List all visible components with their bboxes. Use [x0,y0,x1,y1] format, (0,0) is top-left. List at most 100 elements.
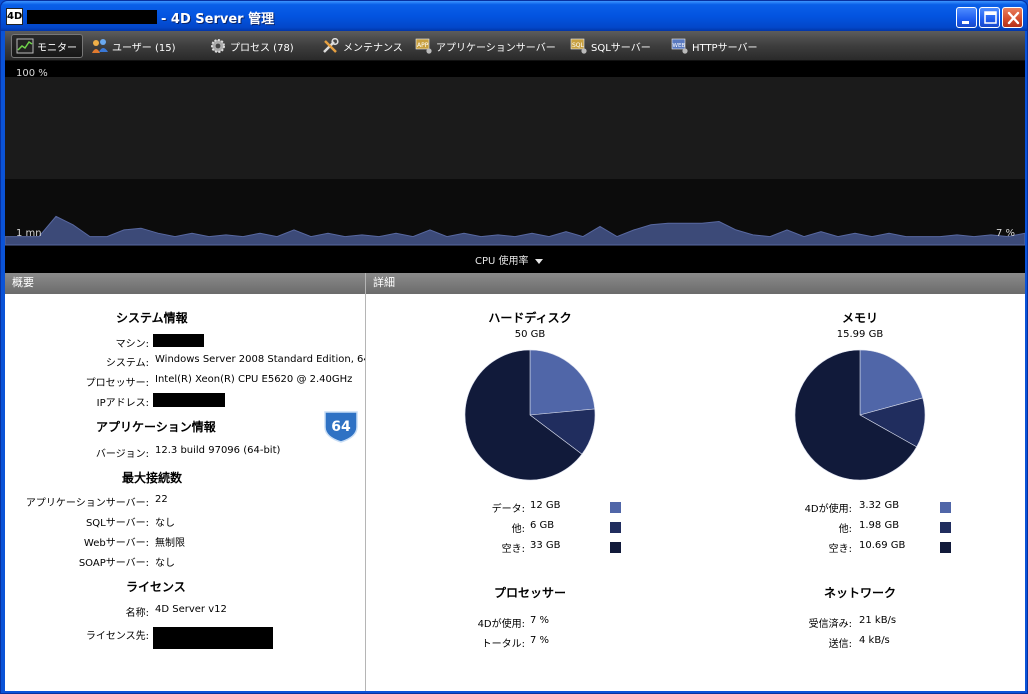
app-4d-icon[interactable]: 4D [6,8,23,25]
sql-server-icon: SQL [570,38,587,54]
version-value: 12.3 build 97096 (64-bit) [155,445,281,456]
redacted-database-name [27,10,157,24]
close-button[interactable] [1002,7,1023,28]
redacted-ip-address [153,393,225,407]
tab-maintenance[interactable]: メンテナンス [318,34,408,58]
disk-other-label: 他: [511,524,525,535]
network-title: ネットワーク [823,586,896,600]
graph-current-value: 7 % [996,228,1016,239]
disk-free-label: 空き: [501,544,525,555]
max-connections-title: 最大接続数 [122,471,183,485]
app-server-icon: APP [415,38,432,54]
svg-text:APP: APP [417,42,429,49]
memory-other-value: 1.98 GB [859,520,900,531]
tab-processes[interactable]: プロセス (78) [205,34,299,58]
machine-label: マシン: [115,339,149,350]
graph-max-label: 100 % [16,68,48,79]
main-toolbar: モニター ユーザー (15) プロセス (78) メンテナンス APP アプリケ… [5,31,1025,61]
hard-disk-slice-0 [529,349,596,416]
sql-server-conn-value: なし [155,518,175,529]
graph-timescale-label: 1 mn [16,228,42,239]
svg-text:WEB: WEB [673,43,686,49]
version-label: バージョン: [95,449,149,460]
disk-data-value: 12 GB [530,500,561,511]
tab-application-server-label: アプリケーションサーバー [436,42,556,54]
graph-metric-selector[interactable]: CPU 使用率 [475,252,543,267]
tab-maintenance-label: メンテナンス [343,42,403,54]
graph-band-upper [5,77,1025,179]
memory-other-swatch [940,522,951,533]
cpu-graph-canvas [5,77,1025,246]
tab-monitor-label: モニター [37,42,77,54]
disk-free-value: 33 GB [530,540,561,551]
system-info-title: システム情報 [116,311,188,325]
memory-other-label: 他: [838,524,852,535]
gear-icon [211,39,225,53]
app-server-conn-label: アプリケーションサーバー: [25,498,149,509]
app-info-title: アプリケーション情報 [96,420,216,434]
caret-down-icon [534,258,543,264]
processor-total-label: トータル: [481,639,525,650]
overview-panel: 概要 システム情報 マシン: システム: Windows Server 2008… [5,273,373,691]
redacted-machine-name [153,334,204,347]
license-name-value: 4D Server v12 [155,604,227,615]
hard-disk-pie-chart [464,349,596,481]
memory-free-label: 空き: [828,544,852,555]
soap-server-conn-value: なし [155,558,175,569]
tab-users[interactable]: ユーザー (15) [87,34,181,58]
close-icon [1007,11,1020,25]
64-bit-badge-icon: 64 [324,411,358,443]
memory-free-value: 10.69 GB [859,540,906,551]
disk-data-swatch [610,502,621,513]
tab-monitor[interactable]: モニター [11,34,83,58]
monitor-icon [16,38,34,54]
app-window: 4D - 4D Server 管理 モニター ユーザー (15) プロセス (7… [0,0,1028,694]
system-value: Windows Server 2008 Standard Edition, 64… [155,354,374,365]
memory-4d-used-label: 4Dが使用: [804,504,852,515]
disk-free-swatch [610,542,621,553]
users-icon [92,39,108,53]
memory-4d-used-value: 3.32 GB [859,500,900,511]
processor-4d-used-label: 4Dが使用: [477,619,525,630]
tab-processes-label: プロセス (78) [230,42,294,54]
memory-pie-chart [794,349,926,481]
minimize-button[interactable] [956,7,977,28]
maximize-button[interactable] [979,7,1000,28]
network-sent-label: 送信: [828,639,852,650]
maximize-icon [984,11,997,24]
soap-server-conn-label: SOAPサーバー: [78,558,149,569]
web-server-conn-value: 無制限 [155,538,185,549]
system-label: システム: [105,358,149,369]
graph-metric-label: CPU 使用率 [475,256,529,267]
tab-sql-server[interactable]: SQL SQLサーバー [566,34,656,58]
window-title: - 4D Server 管理 [161,12,275,27]
license-title: ライセンス [126,580,186,594]
details-header: 詳細 [366,273,1025,294]
memory-total: 15.99 GB [836,329,884,340]
hard-disk-title: ハードディスク [488,311,572,325]
tab-application-server[interactable]: APP アプリケーションサーバー [411,34,561,58]
memory-4d-used-swatch [940,502,951,513]
network-sent-value: 4 kB/s [859,635,890,646]
processor-value: Intel(R) Xeon(R) CPU E5620 @ 2.40GHz [155,374,353,385]
tab-http-server[interactable]: WEB HTTPサーバー [667,34,763,58]
memory-free-swatch [940,542,951,553]
memory-title: メモリ [841,311,878,325]
disk-other-swatch [610,522,621,533]
disk-data-label: データ: [491,504,525,515]
tools-icon [323,38,339,53]
processor-total-value: 7 % [530,635,550,646]
svg-text:SQL: SQL [572,42,585,49]
license-name-label: 名称: [125,608,149,619]
overview-header: 概要 [5,273,365,294]
title-bar[interactable]: 4D - 4D Server 管理 [1,1,1027,31]
disk-other-value: 6 GB [530,520,555,531]
network-received-label: 受信済み: [808,619,852,630]
network-received-value: 21 kB/s [859,615,897,626]
app-server-conn-value: 22 [155,494,168,505]
tab-sql-server-label: SQLサーバー [591,42,651,54]
cpu-usage-graph: 100 % 1 mn 7 % CPU 使用率 [5,61,1025,273]
web-server-conn-label: Webサーバー: [83,538,149,549]
details-panel: 詳細 ハードディスク 50 GB データ: 12 GB 他: 6 GB 空き: … [366,273,1025,691]
ip-address-label: IPアドレス: [96,398,149,409]
